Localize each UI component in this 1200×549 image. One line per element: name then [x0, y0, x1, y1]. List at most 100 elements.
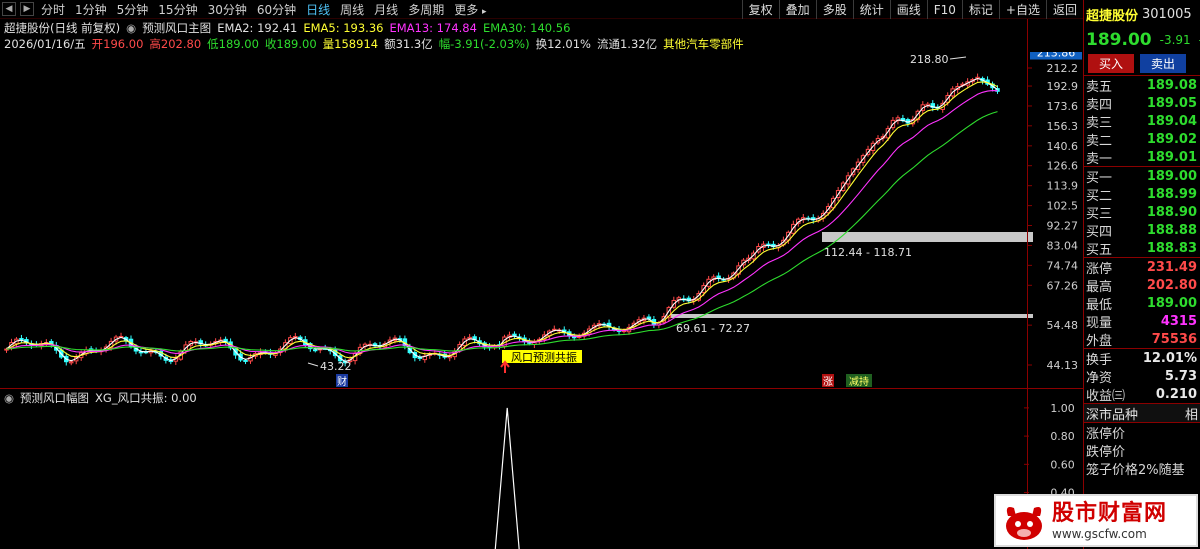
change-label: 幅-3.91(-2.03%): [438, 36, 530, 51]
ema13-value: EMA13: 174.84: [389, 20, 477, 35]
resistance-zone-lower: [667, 314, 1033, 318]
peak-price-label: 218.80: [910, 53, 949, 66]
ask-level-5-value: 189.08: [1146, 77, 1197, 93]
stat-row-value: 231.49: [1146, 259, 1197, 275]
stat-row-label: 换手: [1086, 352, 1113, 368]
volume-label: 量158914: [322, 36, 379, 51]
price-change: -3.91: [1159, 33, 1191, 47]
f10-button[interactable]: F10: [926, 0, 962, 19]
ema5-value: EMA5: 193.36: [303, 20, 384, 35]
axis-label: 83.04: [1047, 239, 1079, 252]
candle-body: [571, 336, 577, 339]
resistance-zone-upper: [822, 232, 1033, 242]
watermark-text: 股市财富网 www.gscfw.com: [1052, 501, 1167, 541]
period-tab-daily[interactable]: 日线: [301, 1, 335, 18]
period-tab-multi[interactable]: 多周期: [403, 1, 449, 18]
ask-level-5-label: 卖五: [1086, 79, 1113, 95]
add-watchlist-button[interactable]: +自选: [998, 0, 1046, 19]
buy-button[interactable]: 买入: [1088, 54, 1134, 73]
period-tab-weekly[interactable]: 周线: [335, 1, 369, 18]
last-price: 189.00: [1086, 30, 1152, 50]
chevron-left-icon[interactable]: ◀: [2, 2, 16, 16]
bid-level-1[interactable]: 买一 189.00: [1084, 167, 1200, 186]
axis-label: 102.5: [1047, 200, 1079, 213]
bull-logo-icon: [1006, 506, 1042, 540]
period-tab-60min[interactable]: 60分钟: [252, 1, 301, 18]
stat-row-value: 12.01%: [1142, 350, 1197, 366]
period-toolbar: ◀ ▶ 分时 1分钟 5分钟 15分钟 30分钟 60分钟 日线 周线 月线 多…: [0, 0, 1083, 19]
stats-button[interactable]: 统计: [852, 0, 890, 19]
resonance-spike: [494, 407, 520, 549]
axis-label: 173.6: [1047, 100, 1079, 113]
sell-button[interactable]: 卖出: [1140, 54, 1186, 73]
axis-label: 113.9: [1047, 180, 1079, 193]
main-indicator-name[interactable]: 预测风口主图: [142, 20, 211, 36]
stat-row-label: 最低: [1086, 297, 1113, 313]
stat-row[interactable]: 涨停 231.49: [1084, 258, 1200, 277]
period-tab-1min[interactable]: 1分钟: [70, 1, 112, 18]
axis-label: 92.27: [1047, 220, 1079, 233]
chevron-right-icon[interactable]: ▶: [20, 2, 34, 16]
market-section-tab[interactable]: 深市品种 相: [1084, 403, 1200, 423]
stat-row[interactable]: 最高 202.80: [1084, 276, 1200, 295]
draw-line-button[interactable]: 画线: [889, 0, 927, 19]
axis-label: 156.3: [1047, 120, 1079, 133]
stat-row[interactable]: 净资 5.73: [1084, 367, 1200, 386]
ask-level-2[interactable]: 卖二 189.02: [1084, 130, 1200, 149]
sub-axis-label: 0.80: [1050, 430, 1074, 443]
extra-row: 涨停价: [1084, 423, 1200, 442]
overlay-button[interactable]: 叠加: [778, 0, 816, 19]
bid-book: 买一 189.00 买二 188.99 买三 188.90 买四 188.88 买五 188.83: [1084, 167, 1200, 258]
watermark-url: www.gscfw.com: [1052, 526, 1147, 541]
back-button[interactable]: 返回: [1045, 0, 1083, 19]
extra-row: 笼子价格2%随基: [1084, 459, 1200, 478]
main-candlestick-chart[interactable]: 212.2 192.9 173.6 156.3 140.6 126.6 113.9 102.5…: [0, 52, 1083, 388]
ask-level-1[interactable]: 卖一 189.01: [1084, 148, 1200, 167]
candle-body: [68, 361, 74, 364]
close-label: 收189.00: [264, 36, 317, 51]
period-tab-more[interactable]: 更多 ▸: [449, 1, 491, 18]
trading-app: { "toolbar": { "periods": ["分时","1分钟","5…: [0, 0, 1200, 549]
bid-level-5[interactable]: 买五 188.83: [1084, 239, 1200, 258]
price-axis-divider: [1027, 19, 1028, 549]
period-tab-15min[interactable]: 15分钟: [153, 1, 202, 18]
mark-button[interactable]: 标记: [961, 0, 999, 19]
ask-level-4[interactable]: 卖四 189.05: [1084, 94, 1200, 113]
ask-level-3[interactable]: 卖三 189.04: [1084, 112, 1200, 131]
zone-lower-label: 69.61 - 72.27: [676, 322, 750, 335]
stat-row[interactable]: 最低 189.00: [1084, 294, 1200, 313]
stat-row-value: 0.210: [1155, 386, 1197, 402]
stat-row-label: 外盘: [1086, 333, 1113, 349]
period-tab-monthly[interactable]: 月线: [369, 1, 403, 18]
period-tab-30min[interactable]: 30分钟: [203, 1, 252, 18]
stat-row[interactable]: 收益㈢ 0.210: [1084, 385, 1200, 404]
bid-level-2[interactable]: 买二 188.99: [1084, 185, 1200, 204]
stat-row[interactable]: 换手 12.01%: [1084, 349, 1200, 368]
period-tab-5min[interactable]: 5分钟: [112, 1, 154, 18]
bid-level-1-value: 189.00: [1146, 168, 1197, 184]
bid-level-1-label: 买一: [1086, 170, 1113, 186]
bid-level-3-value: 188.90: [1146, 204, 1197, 220]
market-section-label: 深市品种: [1086, 407, 1139, 423]
sub-indicator-chart[interactable]: 1.000.800.600.400.20: [0, 388, 1083, 549]
candle-body: [243, 359, 248, 362]
extra-row-label: 涨停价: [1086, 426, 1126, 442]
market-section-right: 相: [1184, 407, 1198, 423]
period-tab-fenshi[interactable]: 分时: [36, 1, 70, 18]
stat-row[interactable]: 现量 4315: [1084, 312, 1200, 331]
candle-body: [19, 338, 24, 341]
axis-label: 212.2: [1047, 62, 1079, 75]
sector-label[interactable]: 其他汽车零部件: [663, 36, 744, 52]
stat-row[interactable]: 外盘 75536: [1084, 330, 1200, 349]
multi-stock-button[interactable]: 多股: [815, 0, 853, 19]
ask-level-1-value: 189.01: [1146, 149, 1197, 165]
axis-label: 67.26: [1047, 279, 1079, 292]
watermark-cn: 股市财富网: [1052, 500, 1168, 526]
dropdown-icon[interactable]: ◉: [126, 21, 136, 35]
bid-level-4[interactable]: 买四 188.88: [1084, 221, 1200, 240]
stat-row-label: 净资: [1086, 370, 1113, 386]
ask-level-5[interactable]: 卖五 189.08: [1084, 76, 1200, 95]
fuquan-button[interactable]: 复权: [741, 0, 779, 19]
bid-level-4-label: 买四: [1086, 224, 1113, 240]
bid-level-3[interactable]: 买三 188.90: [1084, 203, 1200, 222]
